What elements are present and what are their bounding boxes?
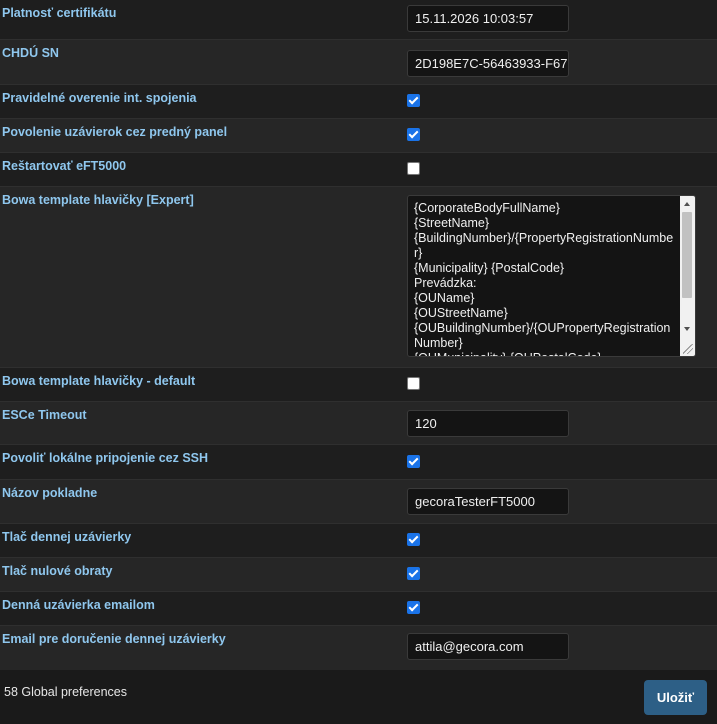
pref-label: Bowa template hlavičky - default: [2, 374, 196, 388]
header-template-text[interactable]: {CorporateBodyFullName} {StreetName} {Bu…: [414, 201, 679, 356]
pref-row-connection-check: Pravidelné overenie int. spojenia: [0, 85, 717, 119]
pref-label: Platnosť certifikátu: [2, 6, 117, 20]
pref-row-print-zero-turnover: Tlač nulové obraty: [0, 558, 717, 592]
pref-label: Povoliť lokálne pripojenie cez SSH: [2, 451, 209, 465]
header-template-default-checkbox[interactable]: [407, 377, 420, 390]
pref-label: ESCe Timeout: [2, 408, 87, 422]
scroll-up-icon[interactable]: [684, 202, 690, 206]
preferences-list: Platnosť certifikátu 15.11.2026 10:03:57…: [0, 0, 717, 672]
print-daily-closure-checkbox[interactable]: [407, 533, 420, 546]
pref-row-closure-email-address: Email pre doručenie dennej uzávierky att…: [0, 626, 717, 672]
pref-row-certificate-validity: Platnosť certifikátu 15.11.2026 10:03:57: [0, 0, 717, 40]
pref-row-register-name: Názov pokladne gecoraTesterFT5000: [0, 480, 717, 524]
pref-label: Bowa template hlavičky [Expert]: [2, 193, 194, 207]
scroll-thumb[interactable]: [682, 212, 692, 298]
pref-label: Tlač dennej uzávierky: [2, 530, 132, 544]
pref-row-header-template-expert: Bowa template hlavičky [Expert] {Corpora…: [0, 187, 717, 368]
pref-row-restart-device: Reštartovať eFT5000: [0, 153, 717, 187]
connection-check-checkbox[interactable]: [407, 94, 420, 107]
daily-closure-email-checkbox[interactable]: [407, 601, 420, 614]
save-button[interactable]: Uložiť: [644, 680, 707, 715]
pref-label: Pravidelné overenie int. spojenia: [2, 91, 197, 105]
register-name-field[interactable]: gecoraTesterFT5000: [407, 488, 569, 515]
front-panel-closures-checkbox[interactable]: [407, 128, 420, 141]
ssh-checkbox[interactable]: [407, 455, 420, 468]
pref-label: Denná uzávierka emailom: [2, 598, 155, 612]
pref-row-print-daily-closure: Tlač dennej uzávierky: [0, 524, 717, 558]
pref-row-front-panel-closures: Povolenie uzávierok cez predný panel: [0, 119, 717, 153]
pref-row-header-template-default: Bowa template hlavičky - default: [0, 368, 717, 402]
header-template-textarea[interactable]: {CorporateBodyFullName} {StreetName} {Bu…: [407, 195, 696, 357]
pref-row-esce-timeout: ESCe Timeout 120: [0, 402, 717, 445]
esce-timeout-field[interactable]: 120: [407, 410, 569, 437]
pref-label: Email pre doručenie dennej uzávierky: [2, 632, 226, 646]
textarea-scrollbar[interactable]: [680, 196, 695, 356]
pref-row-chdu-sn: CHDÚ SN 2D198E7C-56463933-F67: [0, 40, 717, 85]
preferences-count: 58 Global preferences: [4, 685, 127, 699]
pref-row-ssh: Povoliť lokálne pripojenie cez SSH: [0, 445, 717, 480]
pref-label: CHDÚ SN: [2, 46, 59, 60]
pref-label: Reštartovať eFT5000: [2, 159, 127, 173]
print-zero-turnover-checkbox[interactable]: [407, 567, 420, 580]
pref-row-daily-closure-email: Denná uzávierka emailom: [0, 592, 717, 626]
certificate-validity-field[interactable]: 15.11.2026 10:03:57: [407, 5, 569, 32]
pref-label: Povolenie uzávierok cez predný panel: [2, 125, 228, 139]
pref-label: Názov pokladne: [2, 486, 98, 500]
pref-label: Tlač nulové obraty: [2, 564, 113, 578]
chdu-sn-field[interactable]: 2D198E7C-56463933-F67: [407, 50, 569, 77]
restart-device-checkbox[interactable]: [407, 162, 420, 175]
footer-bar: 58 Global preferences Uložiť: [0, 670, 717, 724]
resize-grip-icon[interactable]: [683, 344, 693, 354]
closure-email-field[interactable]: attila@gecora.com: [407, 633, 569, 660]
scroll-down-icon[interactable]: [684, 327, 690, 331]
